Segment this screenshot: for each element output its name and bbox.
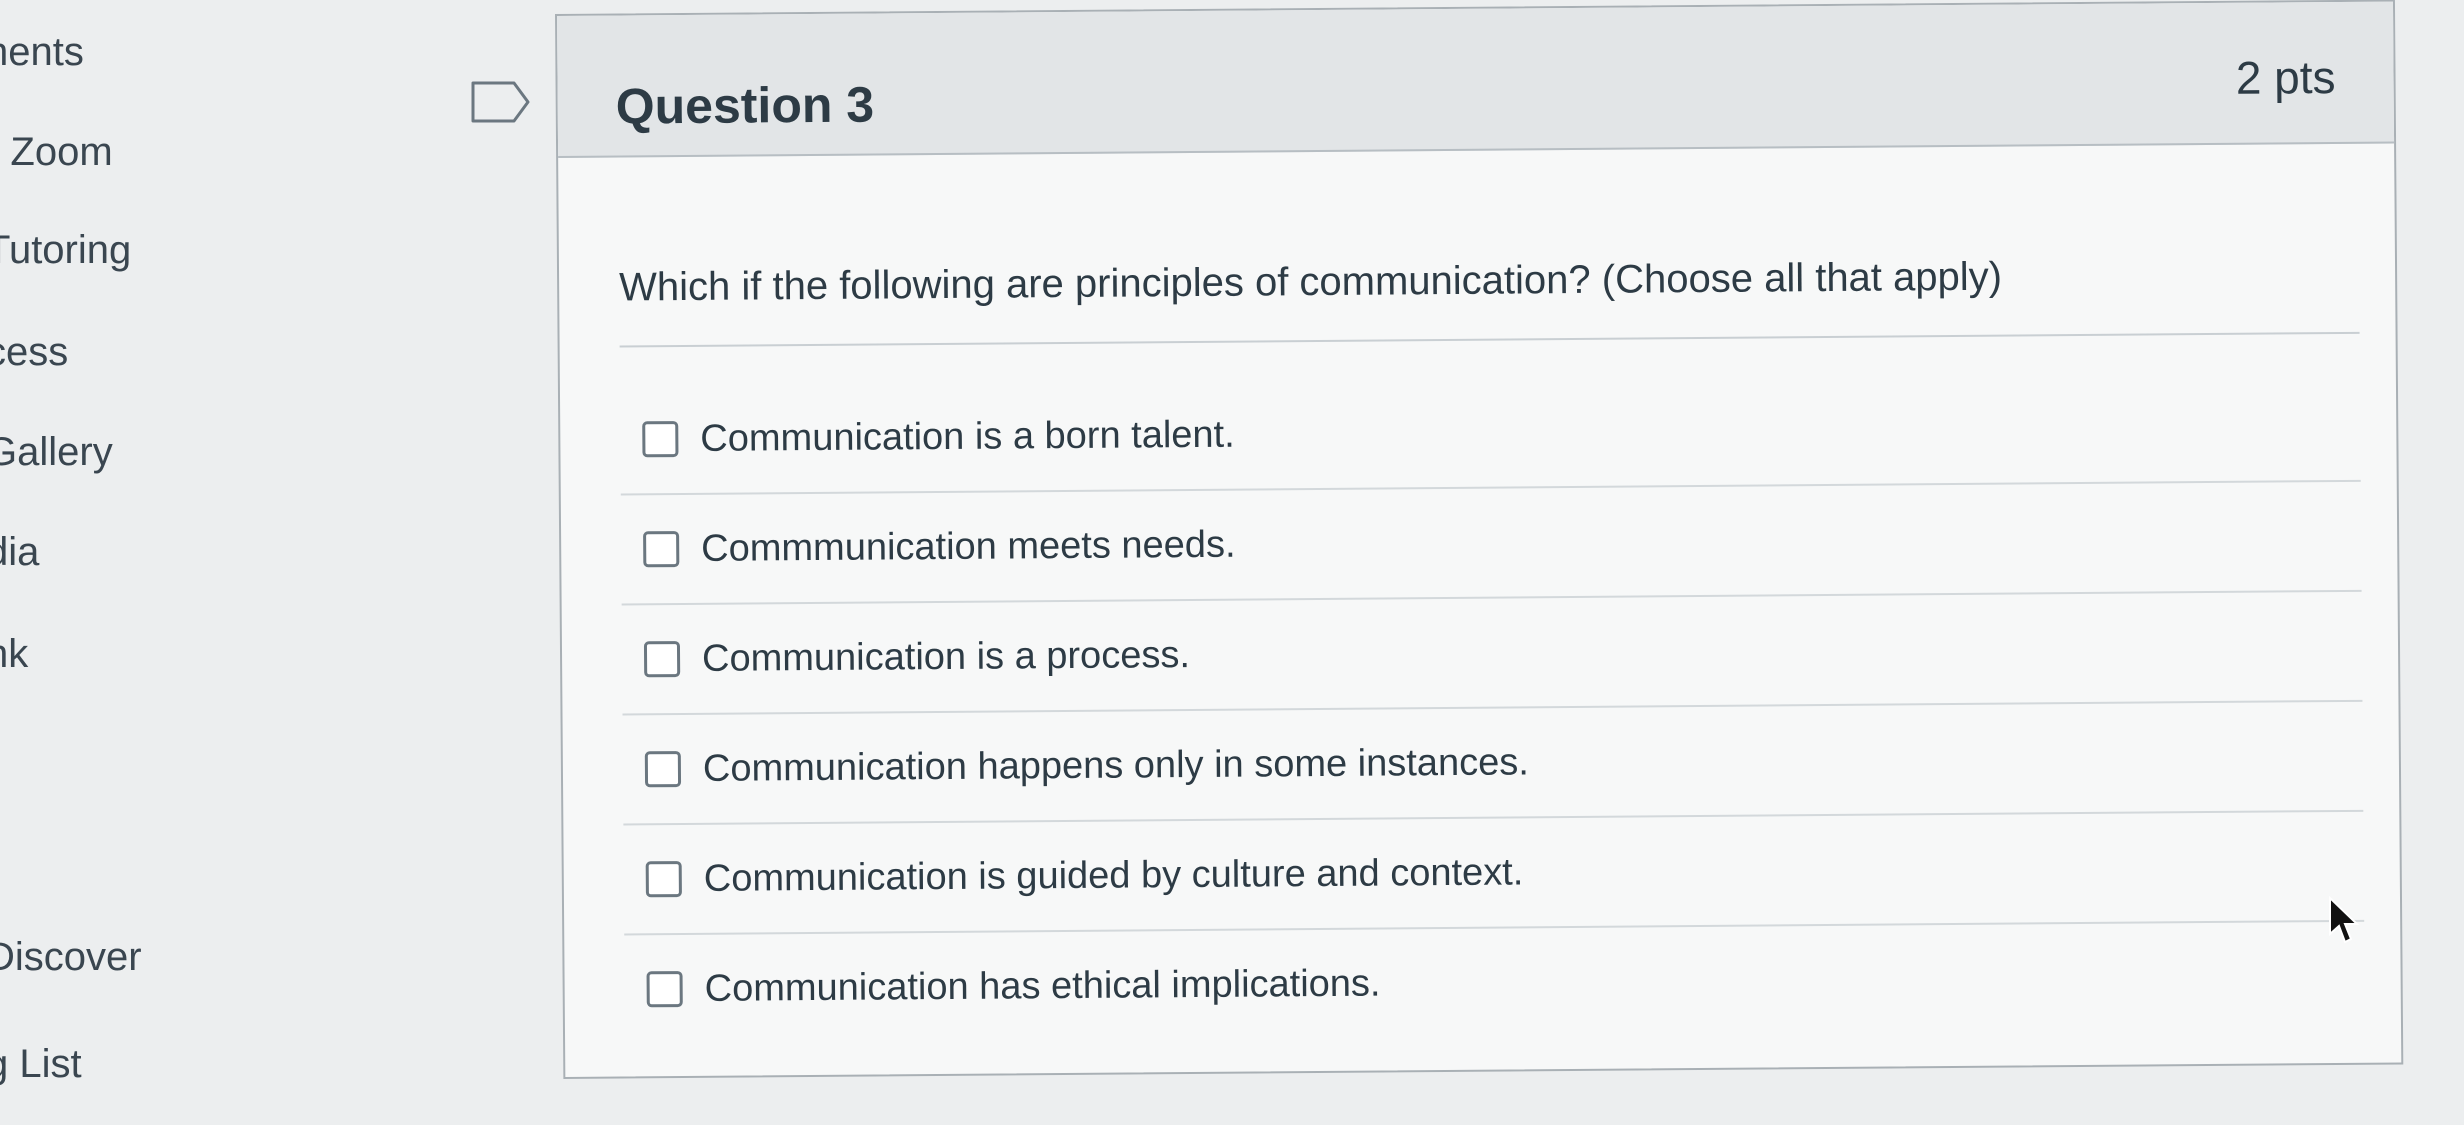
flag-icon[interactable] xyxy=(470,80,532,124)
nav-item-media[interactable]: dia xyxy=(0,530,39,575)
answer-option[interactable]: Communication has ethical implications. xyxy=(624,922,2365,1044)
answer-option[interactable]: Communication is guided by culture and c… xyxy=(623,811,2365,936)
answer-label: Commmunication meets needs. xyxy=(701,523,1236,570)
nav-item-discover[interactable]: Discover xyxy=(0,935,142,980)
answer-list: Communication is a born talent. Commmuni… xyxy=(619,371,2365,1044)
nav-item-gallery[interactable]: Gallery xyxy=(0,430,113,475)
answer-option[interactable]: Commmunication meets needs. xyxy=(620,481,2362,606)
nav-item-access[interactable]: cess xyxy=(0,330,68,375)
question-title: Question 3 xyxy=(615,76,875,135)
mouse-cursor-icon xyxy=(2326,895,2362,946)
checkbox-icon[interactable] xyxy=(644,751,682,788)
checkbox-icon[interactable] xyxy=(646,971,683,1008)
answer-label: Communication has ethical implications. xyxy=(704,962,1381,1010)
answer-label: Communication is guided by culture and c… xyxy=(703,850,1524,900)
answer-label: Communication is a process. xyxy=(701,633,1191,680)
question-card: Question 3 2 pts Which if the following … xyxy=(555,0,2404,1079)
question-points: 2 pts xyxy=(2235,51,2336,104)
nav-item-assignments[interactable]: nents xyxy=(0,30,84,75)
question-text: Which if the following are principles of… xyxy=(618,254,2003,310)
answer-option[interactable]: Communication is a process. xyxy=(621,591,2363,716)
checkbox-icon[interactable] xyxy=(642,421,679,458)
checkbox-icon[interactable] xyxy=(645,861,682,898)
checkbox-icon[interactable] xyxy=(643,531,680,568)
nav-item-tutoring[interactable]: Tutoring xyxy=(0,228,131,273)
answer-option[interactable]: Communication happens only in some insta… xyxy=(622,701,2364,826)
answer-option[interactable]: Communication is a born talent. xyxy=(619,371,2361,496)
checkbox-icon[interactable] xyxy=(643,641,681,678)
answer-label: Communication happens only in some insta… xyxy=(702,740,1529,790)
course-navigation: nents r Zoom Tutoring cess Gallery dia n… xyxy=(0,0,400,1125)
divider xyxy=(619,331,2360,348)
nav-item-zoom[interactable]: r Zoom xyxy=(0,130,113,175)
answer-label: Communication is a born talent. xyxy=(700,413,1235,460)
question-header: Question 3 2 pts xyxy=(557,1,2395,158)
nav-item-list[interactable]: g List xyxy=(0,1042,82,1087)
nav-item-link[interactable]: nk xyxy=(0,632,28,677)
